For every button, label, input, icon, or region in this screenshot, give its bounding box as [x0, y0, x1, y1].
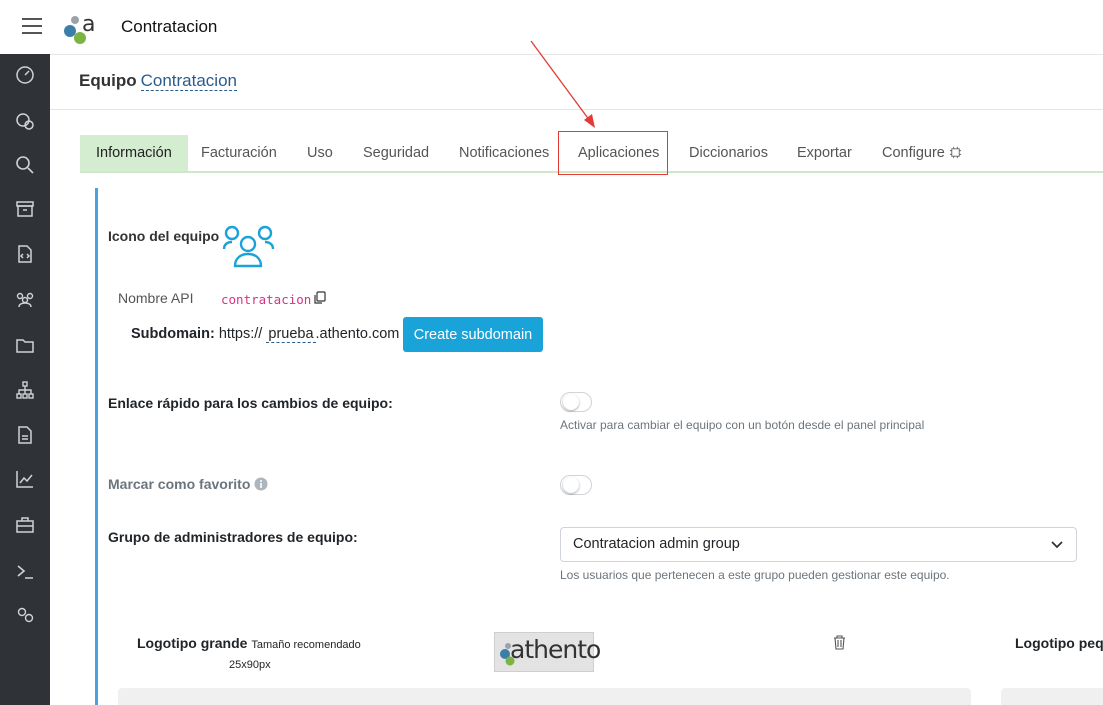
- team-name-editable[interactable]: Contratacion: [140, 71, 237, 91]
- small-logo-label: Logotipo peq: [1015, 635, 1103, 651]
- api-name-label: Nombre API: [118, 290, 194, 306]
- top-bar: a Contratacion: [0, 0, 1103, 55]
- big-logo-label-row: Logotipo grande Tamaño recomendado: [137, 635, 361, 651]
- info-icon[interactable]: [254, 477, 268, 491]
- folders-icon[interactable]: [14, 334, 36, 356]
- big-logo-dropzone[interactable]: [118, 688, 971, 705]
- page-title-prefix: Equipo: [79, 71, 137, 90]
- tab-facturacion[interactable]: Facturación: [201, 135, 277, 171]
- hierarchy-icon[interactable]: [14, 379, 36, 401]
- quick-link-help: Activar para cambiar el equipo con un bo…: [560, 418, 925, 432]
- create-subdomain-button[interactable]: Create subdomain: [403, 317, 543, 352]
- api-name-value: contratacion: [221, 292, 312, 307]
- app-title: Contratacion: [121, 17, 218, 36]
- document-icon[interactable]: [14, 424, 36, 446]
- toolbox-icon[interactable]: [14, 514, 36, 536]
- tab-informacion[interactable]: Información: [80, 135, 188, 171]
- athento-logo[interactable]: a: [62, 11, 98, 45]
- code-file-icon[interactable]: [14, 243, 36, 265]
- tab-exportar[interactable]: Exportar: [797, 135, 852, 171]
- big-logo-hint: Tamaño recomendado: [251, 639, 361, 651]
- page-title: Equipo Contratacion: [79, 71, 237, 91]
- quick-link-label: Enlace rápido para los cambios de equipo…: [108, 395, 393, 411]
- subdomain-suffix: .athento.com: [315, 326, 400, 342]
- big-logo-preview[interactable]: athento: [494, 632, 601, 672]
- favorite-label-row: Marcar como favorito: [108, 476, 268, 492]
- team-icon-label: Icono del equipo: [108, 228, 220, 244]
- athento-logo-text: athento: [510, 635, 601, 664]
- sidebar: [0, 54, 50, 705]
- small-logo-dropzone[interactable]: [1001, 688, 1103, 705]
- admin-group-help: Los usuarios que pertenecen a este grupo…: [560, 568, 950, 582]
- team-users-icon[interactable]: [220, 222, 278, 268]
- tab-diccionarios[interactable]: Diccionarios: [689, 135, 768, 171]
- subdomain-label: Subdomain:: [131, 326, 215, 342]
- subdomain-row: Subdomain: https:// prueba .athento.com: [131, 326, 400, 343]
- tab-notificaciones[interactable]: Notificaciones: [459, 135, 549, 171]
- header-divider: [50, 109, 1103, 110]
- admin-group-select[interactable]: Contratacion admin group: [560, 527, 1077, 562]
- svg-text:a: a: [82, 12, 95, 37]
- search-icon[interactable]: [14, 154, 36, 176]
- terminal-icon[interactable]: [14, 560, 36, 582]
- tab-uso[interactable]: Uso: [307, 135, 333, 171]
- admin-group-selected: Contratacion admin group: [573, 536, 740, 552]
- annotation-highlight-box: [558, 131, 668, 175]
- tab-configure-label: Configure: [882, 145, 945, 161]
- archive-icon[interactable]: [14, 198, 36, 220]
- subdomain-prefix: https://: [218, 326, 263, 342]
- teams-settings-icon[interactable]: [14, 110, 36, 132]
- chart-icon[interactable]: [14, 468, 36, 490]
- dashboard-icon[interactable]: [14, 64, 36, 86]
- admin-group-label: Grupo de administradores de equipo:: [108, 529, 358, 545]
- ai-chip-icon: [949, 146, 961, 159]
- copy-icon[interactable]: [313, 291, 326, 305]
- tab-configure[interactable]: Configure: [882, 135, 962, 171]
- settings-gears-icon[interactable]: [14, 604, 36, 626]
- tab-seguridad[interactable]: Seguridad: [363, 135, 429, 171]
- subdomain-value[interactable]: prueba: [266, 326, 316, 343]
- chevron-down-icon: [1051, 541, 1063, 549]
- users-icon[interactable]: [14, 288, 36, 310]
- trash-icon[interactable]: [833, 635, 846, 650]
- big-logo-size: 25x90px: [229, 659, 271, 671]
- favorite-label: Marcar como favorito: [108, 476, 251, 492]
- hamburger-menu-icon[interactable]: [22, 18, 42, 36]
- favorite-toggle[interactable]: [560, 475, 592, 495]
- big-logo-label: Logotipo grande: [137, 635, 248, 651]
- quick-link-toggle[interactable]: [560, 392, 592, 412]
